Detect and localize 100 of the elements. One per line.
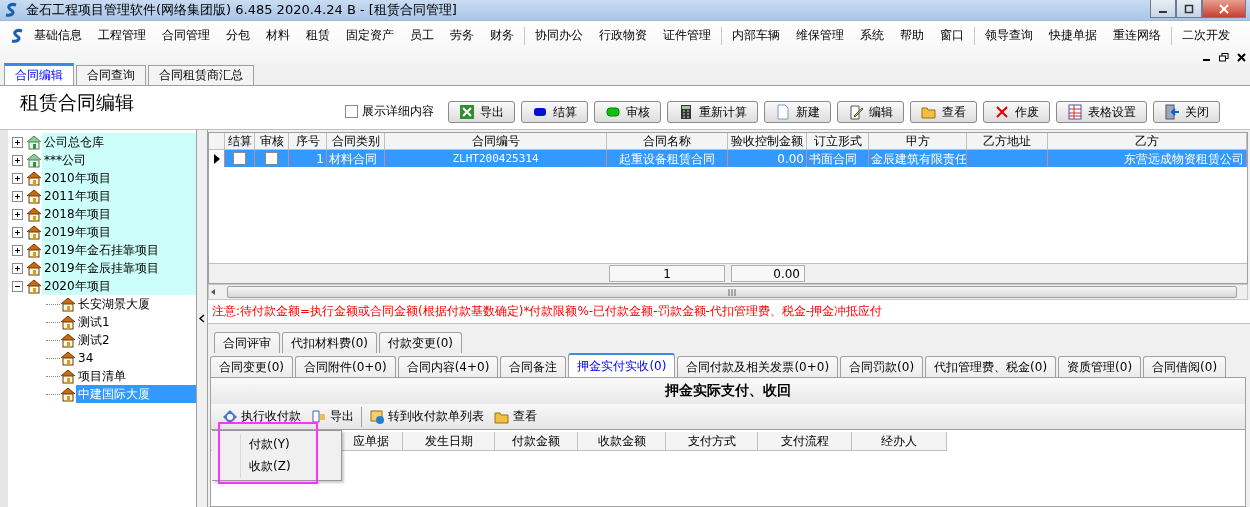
tree-item[interactable]: 2019年项目	[42, 223, 196, 241]
tree-item[interactable]: 34	[76, 349, 96, 367]
toolbar-button[interactable]: 查看	[491, 405, 540, 428]
tab[interactable]: 资质管理(0)	[1058, 356, 1142, 377]
toolbar-button[interactable]: 作废	[983, 101, 1050, 123]
column-header: 审核	[255, 133, 289, 150]
menu-item[interactable]: 基础信息	[26, 27, 90, 45]
menu-item[interactable]: 快捷单据	[1041, 27, 1105, 45]
menu-item[interactable]: 协同办公	[527, 27, 591, 45]
expand-toggle[interactable]	[12, 190, 23, 202]
tree-item[interactable]: 长安湖景大厦	[76, 295, 152, 313]
tab[interactable]: 押金实付实收(0)	[568, 353, 676, 377]
tab[interactable]: 代扣材料费(0)	[282, 332, 377, 353]
tab[interactable]: 合同借阅(0)	[1143, 356, 1227, 377]
tab[interactable]: 合同查询	[76, 65, 146, 85]
tab[interactable]: 合同变更(0)	[210, 356, 293, 377]
tree-item[interactable]: 测试1	[76, 313, 112, 331]
menu-item[interactable]: 领导查询	[977, 27, 1041, 45]
cross-icon	[994, 104, 1010, 120]
house-icon	[26, 188, 42, 204]
expand-toggle[interactable]	[12, 244, 23, 256]
tab[interactable]: 合同附件(0+0)	[295, 356, 396, 377]
house-icon	[26, 170, 42, 186]
menu-item[interactable]: 收款(Z)	[240, 455, 341, 478]
menu-item[interactable]: 二次开发	[1174, 27, 1238, 45]
tab[interactable]: 合同评审	[214, 332, 280, 353]
toolbar-button[interactable]: 导出	[448, 101, 515, 123]
menu-item[interactable]: 维保管理	[788, 27, 852, 45]
tree-item[interactable]: 2020年项目	[42, 277, 196, 295]
expand-toggle[interactable]	[12, 262, 23, 274]
checkbox[interactable]	[345, 105, 358, 118]
restore-icon[interactable]	[1219, 52, 1229, 62]
expand-toggle[interactable]	[12, 172, 23, 184]
menu-item[interactable]: 分包	[218, 27, 258, 45]
tree-item[interactable]: 测试2	[76, 331, 112, 349]
page-title: 租赁合同编辑	[20, 89, 134, 115]
menu-item[interactable]: 付款(Y)	[240, 433, 341, 456]
menu-item[interactable]: 财务	[482, 27, 522, 45]
toolbar-button[interactable]: 编辑	[837, 101, 904, 123]
tree-item[interactable]: 2011年项目	[42, 187, 196, 205]
tree-item[interactable]: 2010年项目	[42, 169, 196, 187]
expand-toggle[interactable]	[12, 154, 23, 166]
menu-item[interactable]: 内部车辆	[724, 27, 788, 45]
expand-toggle[interactable]	[12, 136, 23, 148]
close-button[interactable]	[1202, 0, 1246, 18]
tab[interactable]: 合同付款及相关发票(0+0)	[677, 356, 839, 377]
table-cell: 东营远成物资租赁公司	[1048, 150, 1247, 167]
collapse-toggle[interactable]	[12, 280, 23, 292]
menu-item[interactable]: 重连网络	[1105, 27, 1169, 45]
menu-item[interactable]: 窗口	[932, 27, 972, 45]
house-icon	[26, 224, 42, 240]
menu-item[interactable]: 员工	[402, 27, 442, 45]
tab[interactable]: 合同编辑	[4, 63, 74, 85]
menu-item[interactable]: 工程管理	[90, 27, 154, 45]
tree-item[interactable]: 公司总仓库	[42, 133, 196, 151]
toolbar-button[interactable]: 转到收付款单列表	[366, 405, 487, 428]
checkbox[interactable]	[233, 152, 246, 165]
tab[interactable]: 代扣管理费、税金(0)	[925, 356, 1057, 377]
menu-item[interactable]: 行政物资	[591, 27, 655, 45]
menu-item[interactable]: 帮助	[892, 27, 932, 45]
menu-item[interactable]: 租赁	[298, 27, 338, 45]
menu-item[interactable]: 固定资产	[338, 27, 402, 45]
scroll-left-arrow-icon[interactable]	[209, 288, 217, 296]
tree-item[interactable]: 2018年项目	[42, 205, 196, 223]
toolbar-button[interactable]: 审核	[594, 101, 661, 123]
menu-item[interactable]: 劳务	[442, 27, 482, 45]
house-icon	[60, 296, 76, 312]
menu-item[interactable]: 合同管理	[154, 27, 218, 45]
pill-icon	[605, 104, 621, 120]
minimize-button[interactable]	[1150, 0, 1176, 18]
tree-item[interactable]: ***公司	[42, 151, 196, 169]
tab[interactable]: 付款变更(0)	[379, 332, 462, 353]
tree-item[interactable]: 2019年金石挂靠项目	[42, 241, 196, 259]
expand-toggle[interactable]	[12, 226, 23, 238]
close-icon[interactable]	[1237, 52, 1246, 62]
toolbar-button[interactable]: 结算	[521, 101, 588, 123]
menu-item[interactable]: 材料	[258, 27, 298, 45]
column-header: 合同类别	[327, 133, 385, 150]
toolbar-button[interactable]: 关闭	[1153, 101, 1220, 123]
toolbar-button[interactable]: 新建	[764, 101, 831, 123]
tab[interactable]: 合同租赁商汇总	[148, 65, 254, 85]
toolbar-button[interactable]: 表格设置	[1056, 101, 1147, 123]
toolbar-button[interactable]: 重新计算	[667, 101, 758, 123]
horizontal-scrollbar[interactable]	[208, 284, 1248, 300]
window-title: 金石工程项目管理软件(网络集团版) 6.485 2020.4.24 B - [租赁合同管理]	[26, 1, 457, 19]
tab[interactable]: 合同罚款(0)	[840, 356, 924, 377]
menu-item[interactable]: 系统	[852, 27, 892, 45]
checkbox[interactable]	[265, 152, 278, 165]
close-icon	[1219, 3, 1229, 14]
menu-item[interactable]: 证件管理	[655, 27, 719, 45]
tree-item[interactable]: 2019年金辰挂靠项目	[42, 259, 196, 277]
toolbar-button[interactable]: 执行收付款	[219, 405, 304, 428]
tab[interactable]: 合同内容(4+0)	[397, 356, 499, 377]
expand-toggle[interactable]	[12, 208, 23, 220]
house-icon	[60, 350, 76, 366]
toolbar-button[interactable]: 查看	[910, 101, 977, 123]
tab[interactable]: 合同备注	[500, 356, 567, 377]
maximize-button[interactable]	[1176, 0, 1202, 18]
tree-item[interactable]: 项目清单	[76, 367, 128, 385]
toolbar-button[interactable]: 导出	[308, 405, 357, 428]
